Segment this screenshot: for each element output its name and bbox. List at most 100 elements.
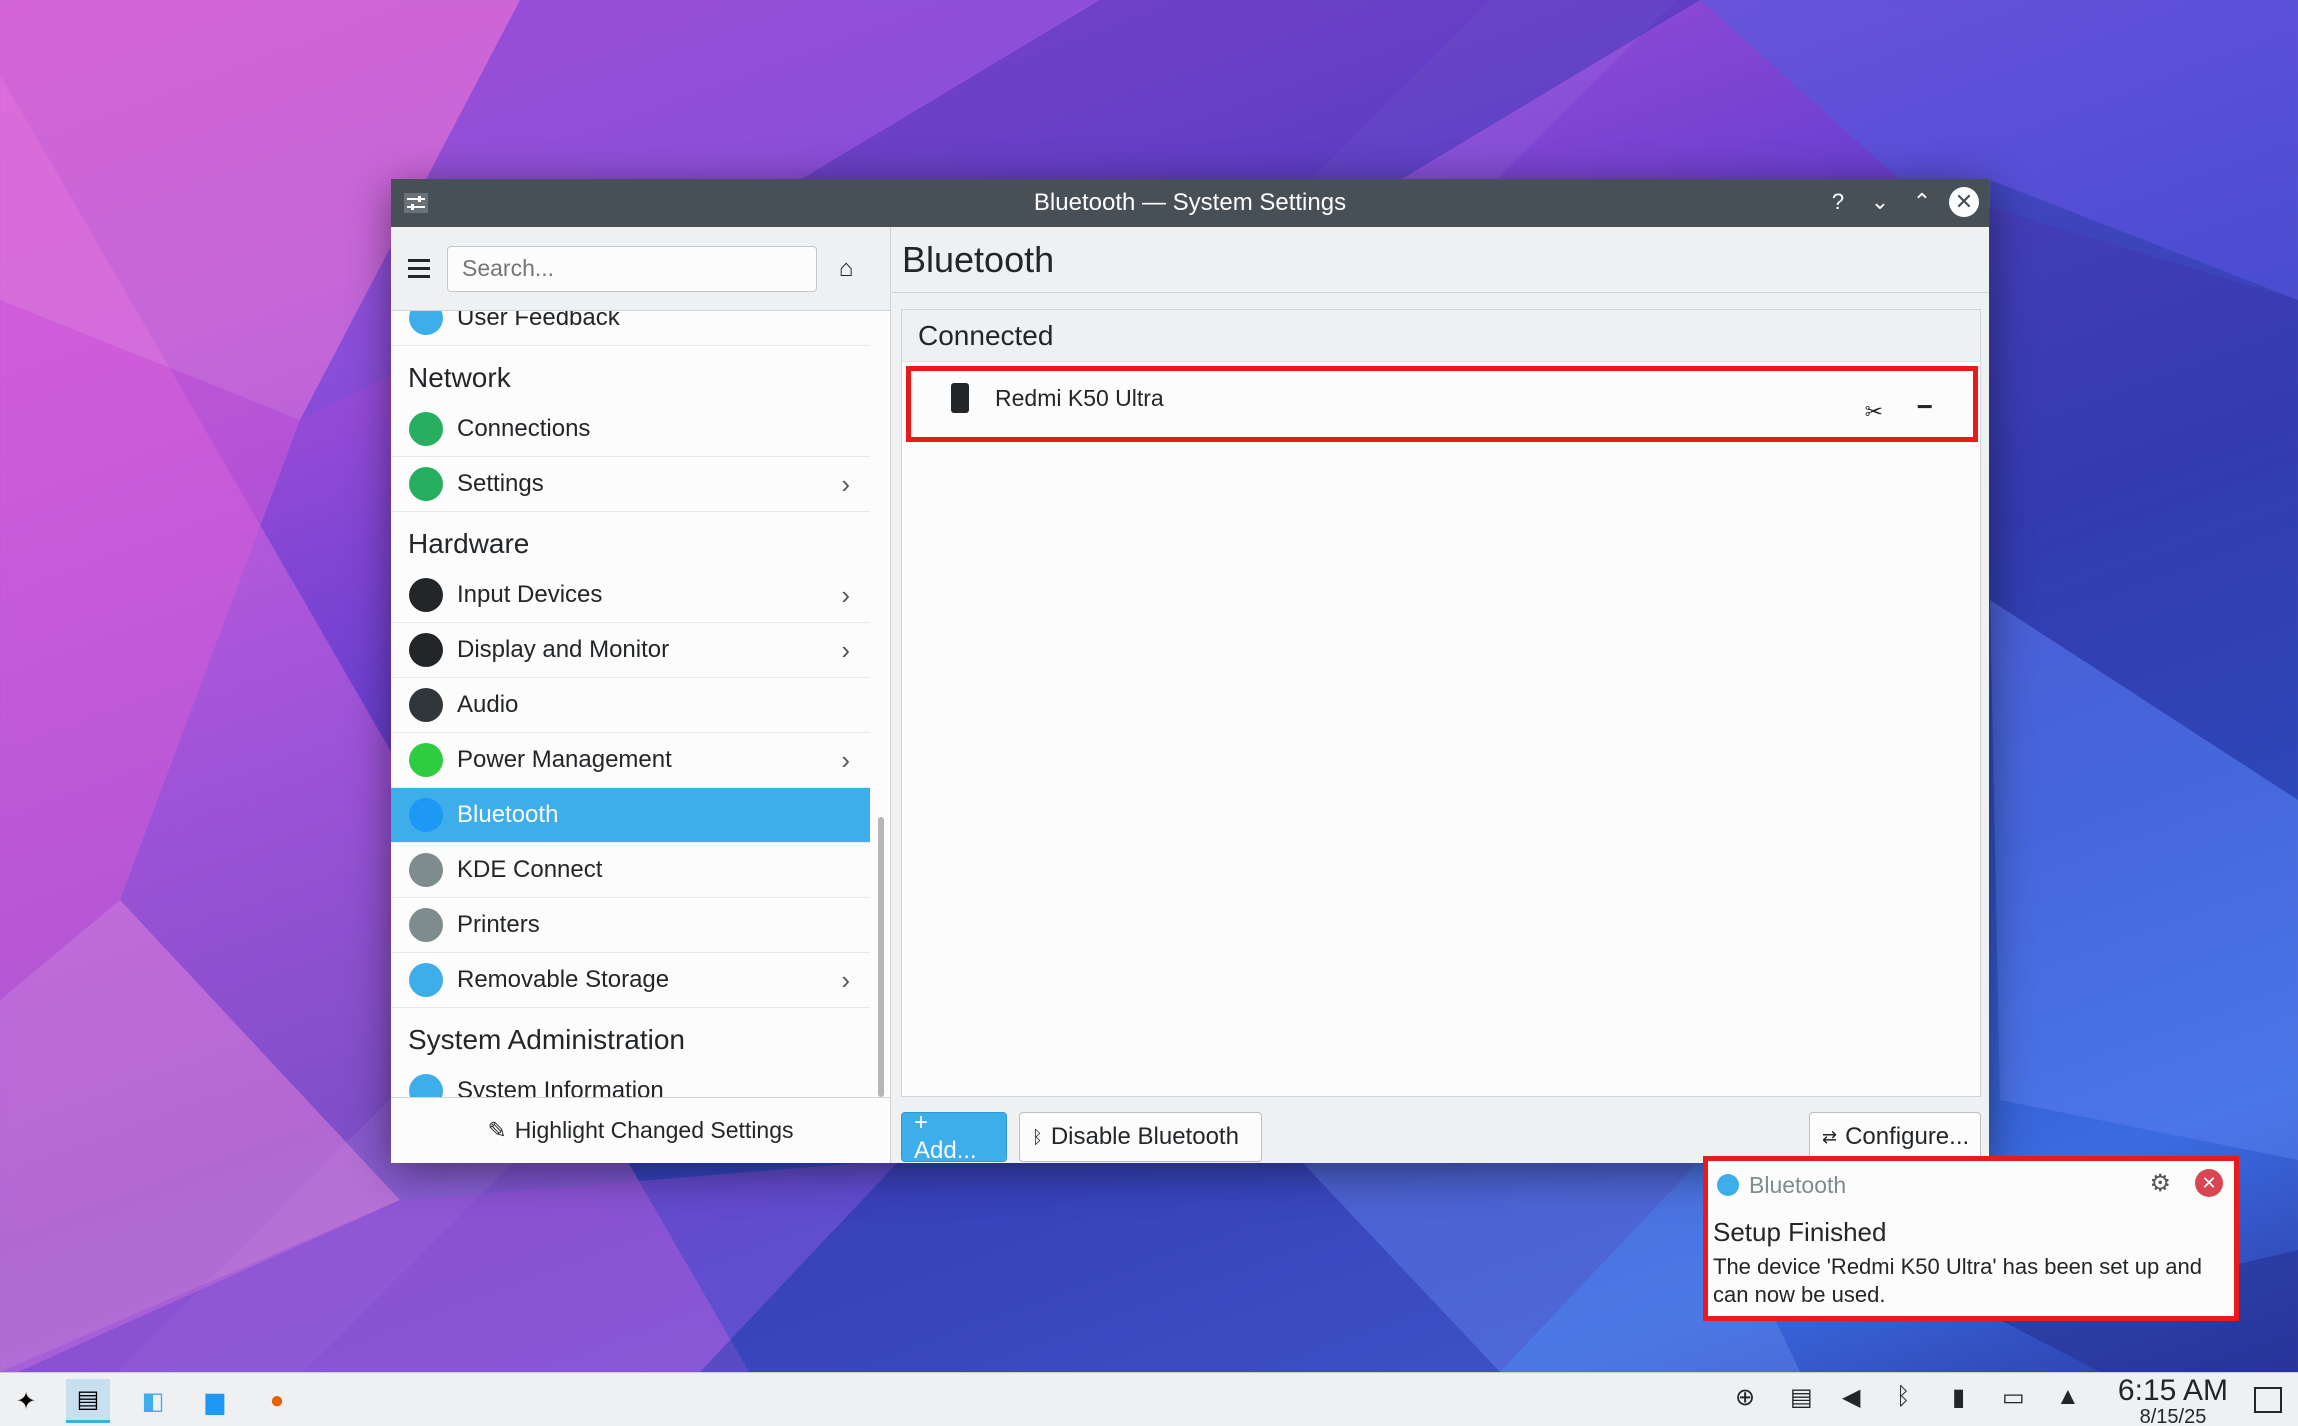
app-launcher-icon[interactable]: ✦ (4, 1379, 48, 1423)
home-icon[interactable]: ⌂ (831, 254, 861, 284)
clock-date: 8/15/25 (2139, 1406, 2207, 1426)
notification-app-name: Bluetooth (1749, 1171, 1847, 1198)
configure-icon: ⇄ (1822, 1126, 1838, 1147)
taskbar: ✦ ▤ ◧ ▆ ● ⊕ ▤ ◀ ᛒ ▮ ▭ ▲ 6:15 AM 8/15/25 (0, 1372, 2298, 1426)
sidebar-list: User Feedback Network Connections Settings ›… (391, 311, 870, 1097)
add-device-button[interactable]: + Add... (901, 1109, 1007, 1164)
notification-body: The device 'Redmi K50 Ultra' has been se… (1713, 1254, 2203, 1307)
page-title: Bluetooth (892, 227, 1989, 293)
sidebar-item-system-information[interactable]: System Information (391, 1064, 870, 1097)
bluetooth-icon (1717, 1174, 1739, 1196)
phone-icon (951, 383, 969, 413)
chevron-right-icon: › (841, 745, 850, 775)
sidebar-item-settings[interactable]: Settings › (391, 457, 870, 512)
sidebar-item-power-management[interactable]: Power Management › (391, 733, 870, 788)
chevron-right-icon: › (841, 965, 850, 995)
disconnect-icon[interactable]: ✂ (1865, 399, 1883, 425)
configure-label: Configure... (1845, 1123, 1970, 1150)
chevron-right-icon: › (841, 469, 850, 499)
search-input[interactable] (447, 245, 817, 292)
sidebar-item-label: Settings (457, 470, 544, 497)
monitor-icon (409, 633, 443, 667)
highlight-changed-settings-button[interactable]: ✎ Highlight Changed Settings (391, 1097, 890, 1163)
bluetooth-icon: ᛒ (1032, 1126, 1043, 1147)
sidebar-item-label: Removable Storage (457, 966, 670, 993)
globe-icon (409, 467, 443, 501)
hamburger-menu-icon[interactable] (405, 255, 433, 283)
sidebar-item-label: System Information (457, 1077, 664, 1097)
taskbar-firefox[interactable]: ● (255, 1379, 299, 1423)
sidebar-item-label: User Feedback (457, 311, 620, 331)
chevron-right-icon: › (841, 580, 850, 610)
sidebar-section-header: Network (408, 362, 511, 393)
device-tray-icon[interactable]: ▮ (1952, 1383, 1965, 1412)
sidebar-item-label: Printers (457, 911, 540, 938)
highlight-changed-settings-label: Highlight Changed Settings (514, 1117, 794, 1143)
update-icon[interactable]: ⊕ (1735, 1383, 1755, 1412)
device-name: Redmi K50 Ultra (995, 385, 1164, 411)
devices-panel: Connected Redmi K50 Ultra ✂ − (901, 309, 1981, 1097)
sidebar-item-label: Power Management (457, 746, 672, 773)
device-row[interactable]: Redmi K50 Ultra ✂ − (906, 366, 1978, 442)
chevron-right-icon: › (841, 635, 850, 665)
connected-section-header: Connected (902, 310, 1980, 362)
notification-heading: Setup Finished (1713, 1217, 1887, 1247)
disable-bluetooth-label: Disable Bluetooth (1050, 1123, 1239, 1150)
sidebar-item-input-devices[interactable]: Input Devices › (391, 568, 870, 623)
help-button[interactable]: ? (1823, 187, 1853, 217)
sidebar-item-audio[interactable]: Audio (391, 678, 870, 733)
taskbar-dolphin[interactable]: ▆ (193, 1379, 237, 1423)
taskbar-discover[interactable]: ◧ (131, 1379, 175, 1423)
phone-icon (409, 853, 443, 887)
sidebar-scrollbar[interactable] (878, 817, 884, 1097)
sidebar-item-display-and-monitor[interactable]: Display and Monitor › (391, 623, 870, 678)
window-titlebar[interactable]: Bluetooth — System Settings ? ⌄ ⌃ ✕ (391, 179, 1989, 227)
bluetooth-tray-icon[interactable]: ᛒ (1896, 1383, 1910, 1411)
sidebar-item-removable-storage[interactable]: Removable Storage › (391, 953, 870, 1008)
pencil-icon: ✎ (487, 1117, 507, 1143)
sidebar-section-header: Hardware (408, 528, 530, 559)
settings-app-icon (404, 193, 428, 213)
clock-time: 6:15 AM (2117, 1374, 2228, 1407)
sidebar-item-label: Input Devices (457, 581, 603, 608)
network-icon[interactable]: ▭ (2002, 1383, 2025, 1412)
sidebar-item-label: Connections (457, 415, 591, 442)
bluetooth-icon (409, 798, 443, 832)
show-desktop-button[interactable] (2254, 1387, 2282, 1413)
sidebar-item-kde-connect[interactable]: KDE Connect (391, 843, 870, 898)
sidebar-item-connections[interactable]: Connections (391, 402, 870, 457)
info-icon (409, 1074, 443, 1097)
tray-expand-icon[interactable]: ▲ (2056, 1383, 2080, 1411)
taskbar-system-settings[interactable]: ▤ (66, 1379, 110, 1423)
minimize-button[interactable]: ⌄ (1865, 187, 1895, 217)
volume-icon[interactable]: ◀ (1842, 1383, 1860, 1412)
notification-settings-icon[interactable]: ⚙ (2149, 1169, 2171, 1198)
sidebar-item-user-feedback[interactable]: User Feedback (391, 311, 870, 346)
globe-icon (409, 412, 443, 446)
sidebar-item-label: Bluetooth (457, 801, 559, 828)
disable-bluetooth-button[interactable]: ᛒ Disable Bluetooth (1019, 1112, 1262, 1162)
printer-icon (409, 908, 443, 942)
usb-icon (409, 963, 443, 997)
window-title: Bluetooth — System Settings (1033, 189, 1347, 216)
clipboard-icon[interactable]: ▤ (1790, 1383, 1813, 1412)
sidebar-item-label: Display and Monitor (457, 636, 670, 663)
configure-button[interactable]: ⇄ Configure... (1809, 1112, 1981, 1162)
power-icon (409, 743, 443, 777)
clock[interactable]: 6:15 AM 8/15/25 (2118, 1375, 2228, 1426)
sidebar-section-header: System Administration (408, 1024, 685, 1055)
maximize-button[interactable]: ⌃ (1907, 187, 1937, 217)
speaker-icon (409, 688, 443, 722)
sidebar-item-bluetooth[interactable]: Bluetooth (391, 788, 870, 843)
close-window-button[interactable]: ✕ (1949, 187, 1979, 217)
remove-device-button[interactable]: − (1917, 391, 1933, 423)
sidebar: ⌂ User Feedback Network Connections Setting… (391, 227, 891, 1163)
bluetooth-notification[interactable]: Bluetooth ⚙ ✕ Setup Finished The device … (1703, 1156, 2239, 1321)
keyboard-icon (409, 578, 443, 612)
feedback-icon (409, 311, 443, 335)
main-content: Bluetooth Connected Redmi K50 Ultra ✂ − … (892, 227, 1989, 1164)
notification-close-button[interactable]: ✕ (2195, 1169, 2223, 1197)
sidebar-item-printers[interactable]: Printers (391, 898, 870, 953)
sidebar-item-label: KDE Connect (457, 856, 603, 883)
sidebar-item-label: Audio (457, 691, 519, 718)
